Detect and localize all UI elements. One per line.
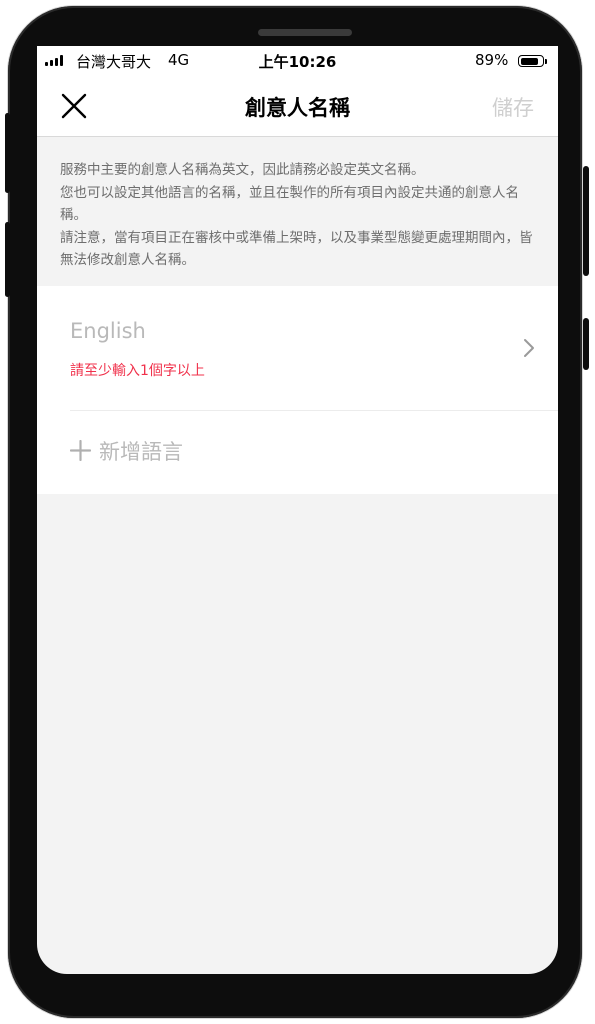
description-line: 請注意，當有項目正在審核中或準備上架時，以及事業型態變更處理期間內，皆無法修改創… [60,229,533,269]
page-title: 創意人名稱 [245,96,350,120]
save-button[interactable]: 儲存 [492,92,534,122]
side-button [583,318,589,370]
screen: 台灣大哥大 4G 上午10:26 89% 創意人名稱 儲存 服務中主要的創意人名… [37,46,558,974]
chevron-right-icon [524,339,534,357]
description-line: 您也可以設定其他語言的名稱，並且在製作的所有項目內設定共通的創意人名稱。 [60,184,519,224]
speaker [258,29,352,36]
nav-bar: 創意人名稱 儲存 [37,76,558,137]
volume-button [5,222,10,297]
battery-percent: 89% [475,51,509,69]
add-language-button[interactable]: 新增語言 [37,411,558,494]
mute-switch [5,113,10,193]
error-message: 請至少輸入1個字以上 [70,363,205,379]
description-line: 服務中主要的創意人名稱為英文，因此請務必設定英文名稱。 [60,162,425,178]
power-button [583,166,589,276]
description-text: 服務中主要的創意人名稱為英文，因此請務必設定英文名稱。 您也可以設定其他語言的名… [60,159,538,272]
battery-tip [545,59,547,64]
battery-fill [520,57,539,65]
language-card: English 請至少輸入1個字以上 新增語言 [37,286,558,494]
status-bar: 台灣大哥大 4G 上午10:26 89% [37,46,558,76]
language-name: English [70,319,146,343]
battery-icon [518,55,544,67]
language-row-english[interactable]: English 請至少輸入1個字以上 [37,286,558,410]
plus-icon [70,440,91,461]
add-language-label: 新增語言 [99,440,183,464]
